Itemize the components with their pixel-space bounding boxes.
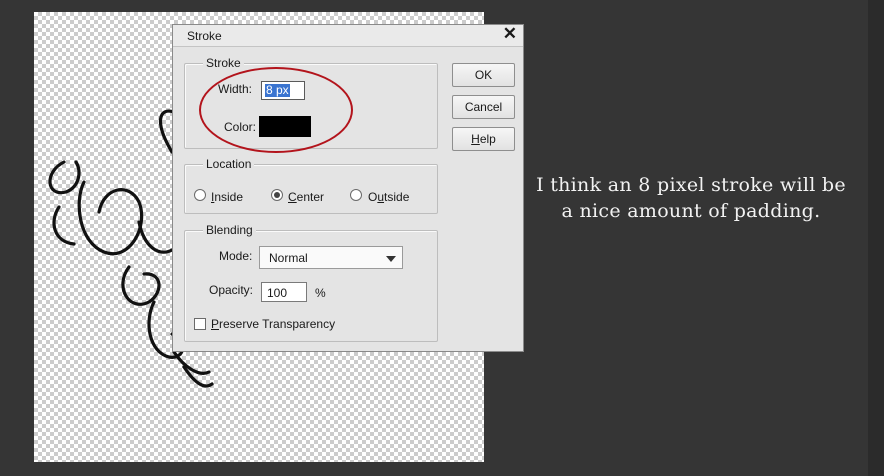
opacity-unit: % [315,286,326,300]
outside-label[interactable]: Outside [368,190,409,204]
center-radio[interactable] [271,189,283,201]
blending-group-legend: Blending [203,223,256,237]
cancel-button[interactable]: Cancel [452,95,515,119]
mode-label: Mode: [219,249,253,263]
inside-label[interactable]: Inside [211,190,243,204]
help-button[interactable]: Help [452,127,515,151]
close-icon[interactable]: ✕ [503,24,517,44]
outside-radio[interactable] [350,189,362,201]
caption-line-2: a nice amount of padding. [561,200,821,222]
opacity-value: 100 [267,286,288,300]
preserve-transparency-checkbox[interactable] [194,318,206,330]
annotation-ellipse [199,67,353,153]
mode-value: Normal [269,251,308,265]
preserve-transparency-label[interactable]: Preserve Transparency [211,317,335,331]
stroke-dialog: Stroke ✕ Stroke Width: 8 px Color: Locat… [172,24,524,352]
opacity-label: Opacity: [209,283,254,297]
location-group-legend: Location [203,157,255,171]
caption-text: I think an 8 pixel stroke will be a nice… [530,172,852,224]
chevron-down-icon [386,256,396,262]
inside-radio[interactable] [194,189,206,201]
location-group: Location [184,157,438,214]
caption-line-1: I think an 8 pixel stroke will be [536,174,846,196]
window-edge [868,0,884,476]
stroke-group-legend: Stroke [203,56,244,70]
mode-select[interactable]: Normal [259,246,403,269]
center-label[interactable]: Center [288,190,324,204]
ok-button[interactable]: OK [452,63,515,87]
opacity-input[interactable]: 100 [261,282,307,302]
dialog-title: Stroke [187,29,222,43]
dialog-titlebar[interactable]: Stroke ✕ [173,24,523,47]
